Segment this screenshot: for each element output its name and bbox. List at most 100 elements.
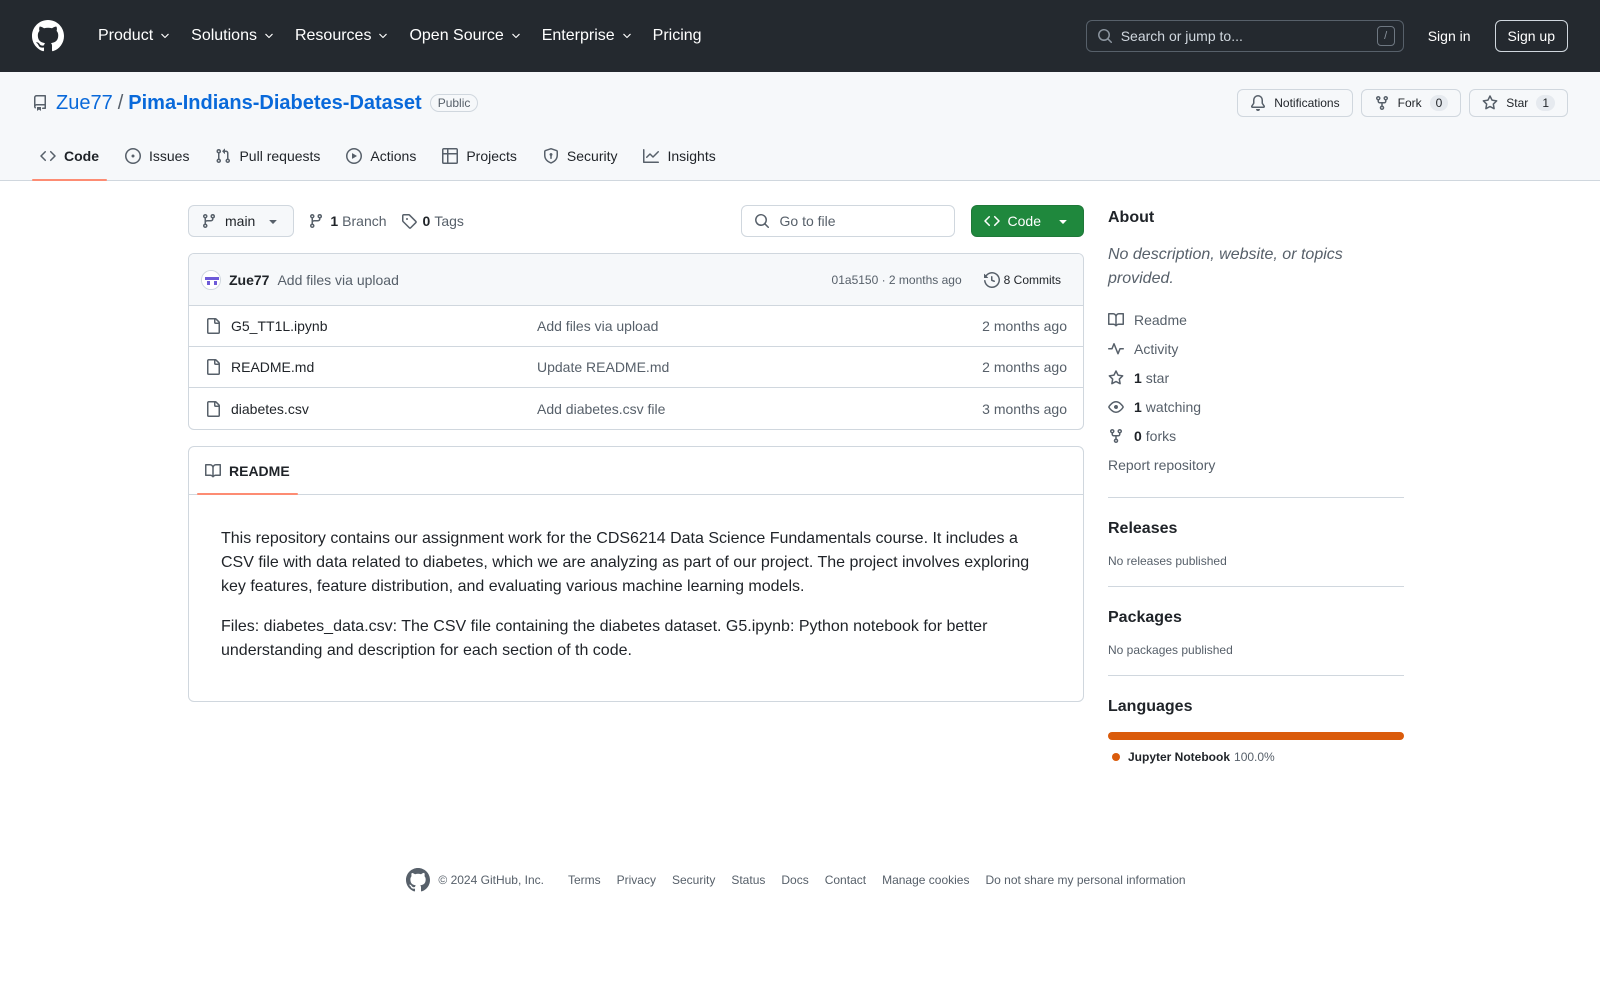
main-column: main 1 Branch 0 Tags Go to file Code Zue… (188, 205, 1084, 800)
branch-icon (202, 214, 215, 229)
nav-solutions-label: Solutions (191, 27, 257, 44)
file-commit-message[interactable]: Add files via upload (537, 318, 982, 334)
readme-paragraph: Files: diabetes_data.csv: The CSV file c… (221, 618, 988, 659)
caret-down-icon (269, 220, 278, 224)
readme-tab[interactable]: README (197, 447, 298, 495)
bell-icon (1251, 95, 1266, 111)
footer-link-do-not-share[interactable]: Do not share my personal information (985, 873, 1185, 887)
tab-issues-label: Issues (149, 148, 190, 164)
nav-product[interactable]: Product (88, 16, 181, 56)
fork-icon (1110, 428, 1122, 443)
branch-count: 1 (330, 213, 339, 229)
forks-link[interactable]: 0 forks (1108, 421, 1404, 450)
sign-in-link[interactable]: Sign in (1428, 28, 1471, 44)
table-row: diabetes.csv Add diabetes.csv file 3 mon… (189, 388, 1083, 429)
footer-link-privacy[interactable]: Privacy (617, 873, 656, 887)
avatar[interactable] (201, 269, 221, 290)
watchers-link[interactable]: 1 watching (1108, 392, 1404, 421)
table-icon (442, 148, 459, 164)
tab-insights[interactable]: Insights (635, 132, 723, 180)
packages-empty-text: No packages published (1108, 643, 1233, 657)
tab-actions-label: Actions (370, 148, 417, 164)
tab-code[interactable]: Code (32, 132, 107, 181)
tab-projects[interactable]: Projects (434, 132, 525, 180)
repo-name-link[interactable]: Pima-Indians-Diabetes-Dataset (128, 92, 421, 115)
file-link[interactable]: README.md (231, 359, 314, 375)
footer-link-manage-cookies[interactable]: Manage cookies (882, 873, 969, 887)
packages-heading[interactable]: Packages (1108, 605, 1404, 627)
fork-button[interactable]: Fork 0 (1360, 89, 1462, 117)
file-commit-date: 2 months ago (982, 318, 1067, 334)
code-dropdown-button[interactable]: Code (970, 205, 1084, 237)
commit-meta: 01a5150 · 2 months ago 8 Commits (832, 268, 1067, 292)
releases-heading[interactable]: Releases (1108, 516, 1404, 538)
star-count: 1 (1536, 95, 1555, 111)
notifications-label: Notifications (1274, 96, 1340, 110)
file-link[interactable]: G5_TT1L.ipynb (231, 318, 328, 334)
commits-history-link[interactable]: 8 Commits (978, 268, 1067, 292)
fork-icon (1375, 96, 1388, 111)
file-name-cell: G5_TT1L.ipynb (205, 318, 537, 334)
footer-link-terms[interactable]: Terms (568, 873, 601, 887)
file-commit-message[interactable]: Add diabetes.csv file (537, 401, 982, 417)
commit-author-link[interactable]: Zue77 (229, 272, 269, 288)
code-button-label: Code (1007, 213, 1041, 229)
nav-pricing[interactable]: Pricing (643, 16, 712, 56)
language-item[interactable]: Jupyter Notebook 100.0% (1108, 750, 1404, 764)
branch-selector[interactable]: main (188, 205, 295, 237)
tab-actions[interactable]: Actions (338, 132, 424, 180)
forks-label: forks (1145, 427, 1177, 444)
report-repository-link[interactable]: Report repository (1108, 450, 1404, 479)
nav-resources[interactable]: Resources (285, 16, 399, 56)
file-commit-message[interactable]: Update README.md (537, 359, 982, 375)
commit-message-link[interactable]: Add files via upload (277, 272, 398, 288)
nav-enterprise[interactable]: Enterprise (532, 16, 643, 56)
nav-solutions[interactable]: Solutions (181, 16, 285, 56)
readme-link[interactable]: Readme (1108, 305, 1404, 334)
tags-link[interactable]: 0 Tags (401, 213, 464, 229)
nav-open-source[interactable]: Open Source (399, 16, 531, 56)
search-shortcut-key: / (1376, 26, 1395, 46)
activity-link-label: Activity (1134, 340, 1179, 357)
go-to-file-input[interactable]: Go to file (740, 205, 955, 237)
file-link[interactable]: diabetes.csv (231, 401, 309, 417)
file-name-cell: README.md (205, 359, 537, 375)
book-icon (1108, 312, 1124, 326)
notifications-button[interactable]: Notifications (1237, 89, 1353, 117)
footer-link-status[interactable]: Status (731, 873, 765, 887)
pulse-icon (1108, 342, 1124, 354)
book-icon (205, 463, 221, 477)
tab-pull-requests[interactable]: Pull requests (207, 132, 328, 180)
readme-paragraph: This repository contains our assignment … (221, 530, 1030, 595)
footer-link-contact[interactable]: Contact (825, 873, 866, 887)
branches-link[interactable]: 1 Branch (308, 213, 387, 229)
stars-link[interactable]: 1 star (1108, 363, 1404, 392)
global-search-input[interactable]: Search or jump to... / (1085, 20, 1404, 52)
repo-owner-link[interactable]: Zue77 (56, 92, 113, 115)
sign-up-button[interactable]: Sign up (1494, 20, 1568, 52)
forks-count: 0 (1134, 427, 1142, 444)
packages-section: Packages No packages published (1108, 605, 1404, 676)
github-logo-icon[interactable] (32, 20, 88, 52)
tag-icon (401, 214, 417, 229)
tab-issues[interactable]: Issues (117, 132, 197, 180)
github-mark-icon[interactable] (406, 868, 431, 892)
table-row: README.md Update README.md 2 months ago (189, 347, 1083, 388)
file-commit-date: 3 months ago (982, 400, 1067, 417)
commit-hash-time[interactable]: 01a5150 · 2 months ago (832, 273, 962, 287)
repo-tabs: Code Issues Pull requests Actions Projec… (32, 132, 1568, 181)
repo-icon (34, 95, 46, 111)
about-heading: About (1108, 209, 1155, 226)
activity-link[interactable]: Activity (1108, 334, 1404, 363)
watching-label: watching (1145, 398, 1202, 415)
footer-link-docs[interactable]: Docs (781, 873, 808, 887)
tab-security-label: Security (566, 148, 618, 164)
fork-count: 0 (1429, 95, 1449, 111)
graph-icon (643, 149, 660, 163)
footer-link-security[interactable]: Security (672, 873, 715, 887)
tab-security[interactable]: Security (535, 132, 626, 180)
star-button[interactable]: Star 1 (1469, 89, 1568, 117)
visibility-badge: Public (429, 94, 479, 112)
global-header: Product Solutions Resources Open Source … (0, 0, 1600, 72)
search-icon (1097, 29, 1112, 44)
